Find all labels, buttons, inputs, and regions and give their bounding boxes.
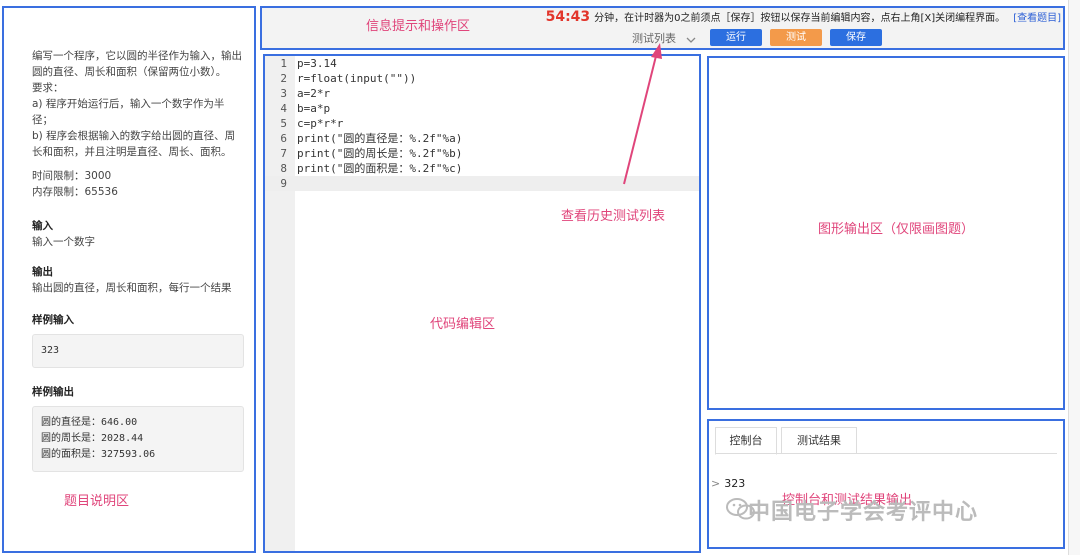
- tab-test-results[interactable]: 测试结果: [781, 427, 857, 454]
- console-panel: 控制台 测试结果 >323: [707, 419, 1065, 549]
- tab-divider: [715, 453, 1057, 454]
- prompt-symbol: >: [711, 477, 721, 490]
- console-input-value: 323: [724, 477, 746, 490]
- watermark: 中国电子学会考评中心: [748, 500, 979, 525]
- annotation-history-list: 查看历史测试列表: [561, 209, 666, 224]
- tab-console[interactable]: 控制台: [715, 427, 777, 455]
- annotation-graphics-area: 图形输出区（仅限画图题）: [818, 222, 975, 237]
- console-output[interactable]: >323: [711, 477, 745, 490]
- right-edge-strip: [1068, 0, 1080, 555]
